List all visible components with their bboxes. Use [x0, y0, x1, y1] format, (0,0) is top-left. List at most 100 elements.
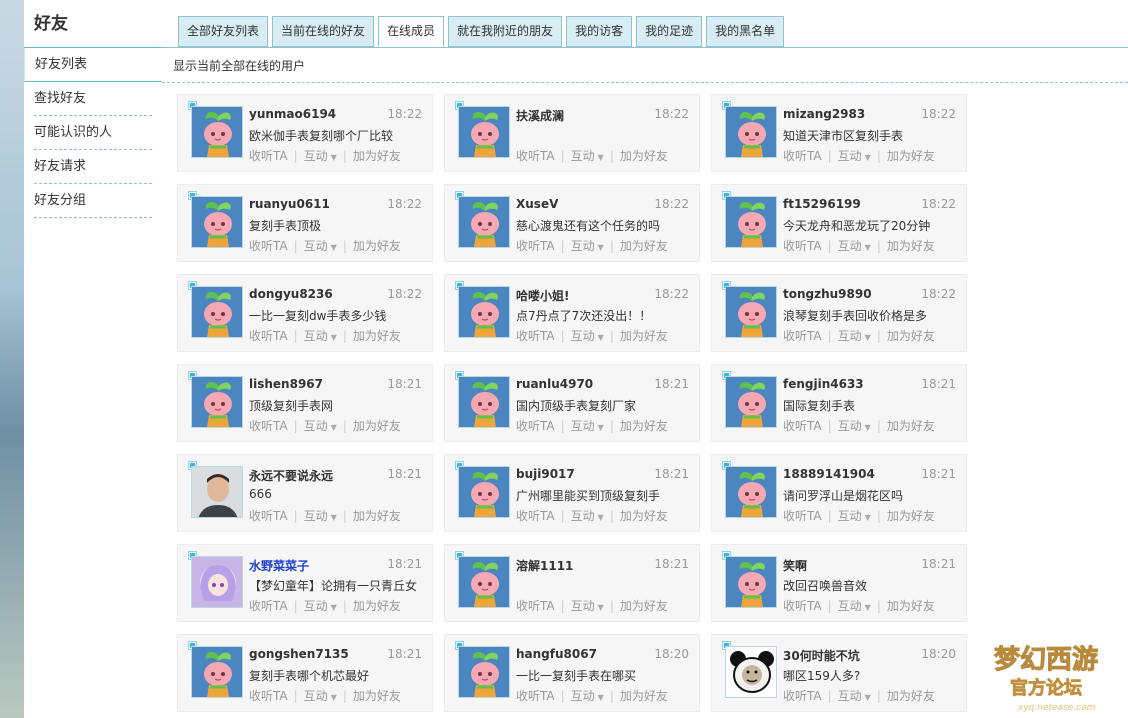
interact-dropdown[interactable]: 互动 ▼ — [304, 417, 337, 434]
add-friend-button[interactable]: 加为好友 — [620, 597, 668, 614]
listen-button[interactable]: 收听TA — [783, 237, 822, 254]
listen-button[interactable]: 收听TA — [516, 417, 555, 434]
listen-button[interactable]: 收听TA — [516, 507, 555, 524]
interact-dropdown[interactable]: 互动 ▼ — [304, 687, 337, 704]
tab-my-visitors[interactable]: 我的访客 — [566, 16, 633, 47]
photo-avatar[interactable] — [191, 466, 243, 518]
interact-dropdown[interactable]: 互动 ▼ — [838, 327, 871, 344]
add-friend-button[interactable]: 加为好友 — [353, 327, 401, 344]
interact-dropdown[interactable]: 互动 ▼ — [838, 597, 871, 614]
interact-dropdown[interactable]: 互动 ▼ — [304, 237, 337, 254]
user-name[interactable]: fengjin4633 — [783, 377, 864, 391]
interact-dropdown[interactable]: 互动 ▼ — [838, 417, 871, 434]
user-name[interactable]: 笑啊 — [783, 557, 807, 574]
add-friend-button[interactable]: 加为好友 — [620, 327, 668, 344]
sidebar-item-friend-groups[interactable]: 好友分组 — [34, 184, 152, 218]
user-name[interactable]: 溶解1111 — [516, 557, 573, 574]
sprout-avatar[interactable] — [458, 466, 510, 518]
listen-button[interactable]: 收听TA — [516, 237, 555, 254]
add-friend-button[interactable]: 加为好友 — [620, 687, 668, 704]
sprout-avatar[interactable] — [725, 106, 777, 158]
interact-dropdown[interactable]: 互动 ▼ — [571, 327, 604, 344]
sprout-avatar[interactable] — [191, 376, 243, 428]
user-name[interactable]: XuseV — [516, 197, 558, 211]
add-friend-button[interactable]: 加为好友 — [353, 237, 401, 254]
sprout-avatar[interactable] — [725, 556, 777, 608]
listen-button[interactable]: 收听TA — [249, 597, 288, 614]
interact-dropdown[interactable]: 互动 ▼ — [304, 597, 337, 614]
sprout-avatar[interactable] — [458, 646, 510, 698]
listen-button[interactable]: 收听TA — [783, 687, 822, 704]
interact-dropdown[interactable]: 互动 ▼ — [571, 597, 604, 614]
interact-dropdown[interactable]: 互动 ▼ — [304, 147, 337, 164]
add-friend-button[interactable]: 加为好友 — [620, 147, 668, 164]
sprout-avatar[interactable] — [458, 286, 510, 338]
add-friend-button[interactable]: 加为好友 — [620, 417, 668, 434]
listen-button[interactable]: 收听TA — [249, 237, 288, 254]
user-name[interactable]: ft15296199 — [783, 197, 861, 211]
listen-button[interactable]: 收听TA — [516, 687, 555, 704]
add-friend-button[interactable]: 加为好友 — [887, 147, 935, 164]
listen-button[interactable]: 收听TA — [249, 687, 288, 704]
user-name[interactable]: 水野菜菜子 — [249, 557, 309, 574]
sprout-avatar[interactable] — [725, 376, 777, 428]
user-name[interactable]: 18889141904 — [783, 467, 875, 481]
user-name[interactable]: gongshen7135 — [249, 647, 349, 661]
listen-button[interactable]: 收听TA — [516, 327, 555, 344]
add-friend-button[interactable]: 加为好友 — [887, 237, 935, 254]
add-friend-button[interactable]: 加为好友 — [620, 237, 668, 254]
sidebar-item-friend-requests[interactable]: 好友请求 — [34, 150, 152, 184]
add-friend-button[interactable]: 加为好友 — [887, 327, 935, 344]
listen-button[interactable]: 收听TA — [783, 327, 822, 344]
listen-button[interactable]: 收听TA — [783, 597, 822, 614]
user-name[interactable]: 哈喽小姐! — [516, 287, 569, 304]
add-friend-button[interactable]: 加为好友 — [887, 507, 935, 524]
interact-dropdown[interactable]: 互动 ▼ — [838, 147, 871, 164]
interact-dropdown[interactable]: 互动 ▼ — [838, 687, 871, 704]
sprout-avatar[interactable] — [458, 196, 510, 248]
panda-avatar[interactable] — [725, 646, 777, 698]
listen-button[interactable]: 收听TA — [516, 147, 555, 164]
sidebar-item-find-friend[interactable]: 查找好友 — [34, 82, 152, 116]
interact-dropdown[interactable]: 互动 ▼ — [571, 687, 604, 704]
tab-my-footprints[interactable]: 我的足迹 — [636, 16, 703, 47]
user-name[interactable]: hangfu8067 — [516, 647, 597, 661]
interact-dropdown[interactable]: 互动 ▼ — [571, 237, 604, 254]
sprout-avatar[interactable] — [191, 196, 243, 248]
user-name[interactable]: tongzhu9890 — [783, 287, 872, 301]
listen-button[interactable]: 收听TA — [783, 147, 822, 164]
add-friend-button[interactable]: 加为好友 — [887, 597, 935, 614]
interact-dropdown[interactable]: 互动 ▼ — [304, 507, 337, 524]
tab-my-blacklist[interactable]: 我的黑名单 — [706, 16, 785, 47]
sprout-avatar[interactable] — [725, 466, 777, 518]
user-name[interactable]: 扶溪成澜 — [516, 107, 564, 124]
tab-online-members[interactable]: 在线成员 — [378, 16, 445, 47]
sidebar-item-friend-list[interactable]: 好友列表 — [24, 48, 162, 82]
anime-avatar[interactable] — [191, 556, 243, 608]
add-friend-button[interactable]: 加为好友 — [353, 147, 401, 164]
add-friend-button[interactable]: 加为好友 — [887, 417, 935, 434]
interact-dropdown[interactable]: 互动 ▼ — [838, 507, 871, 524]
sprout-avatar[interactable] — [191, 646, 243, 698]
interact-dropdown[interactable]: 互动 ▼ — [304, 327, 337, 344]
add-friend-button[interactable]: 加为好友 — [353, 417, 401, 434]
interact-dropdown[interactable]: 互动 ▼ — [571, 417, 604, 434]
interact-dropdown[interactable]: 互动 ▼ — [571, 147, 604, 164]
listen-button[interactable]: 收听TA — [783, 507, 822, 524]
sprout-avatar[interactable] — [458, 106, 510, 158]
sprout-avatar[interactable] — [725, 286, 777, 338]
sprout-avatar[interactable] — [191, 286, 243, 338]
user-name[interactable]: mizang2983 — [783, 107, 865, 121]
user-name[interactable]: 30何时能不坑 — [783, 647, 860, 664]
add-friend-button[interactable]: 加为好友 — [353, 507, 401, 524]
add-friend-button[interactable]: 加为好友 — [620, 507, 668, 524]
add-friend-button[interactable]: 加为好友 — [353, 687, 401, 704]
user-name[interactable]: buji9017 — [516, 467, 575, 481]
user-name[interactable]: lishen8967 — [249, 377, 323, 391]
sprout-avatar[interactable] — [458, 556, 510, 608]
listen-button[interactable]: 收听TA — [249, 507, 288, 524]
listen-button[interactable]: 收听TA — [249, 417, 288, 434]
add-friend-button[interactable]: 加为好友 — [887, 687, 935, 704]
tab-all-friends[interactable]: 全部好友列表 — [178, 16, 269, 47]
sprout-avatar[interactable] — [458, 376, 510, 428]
